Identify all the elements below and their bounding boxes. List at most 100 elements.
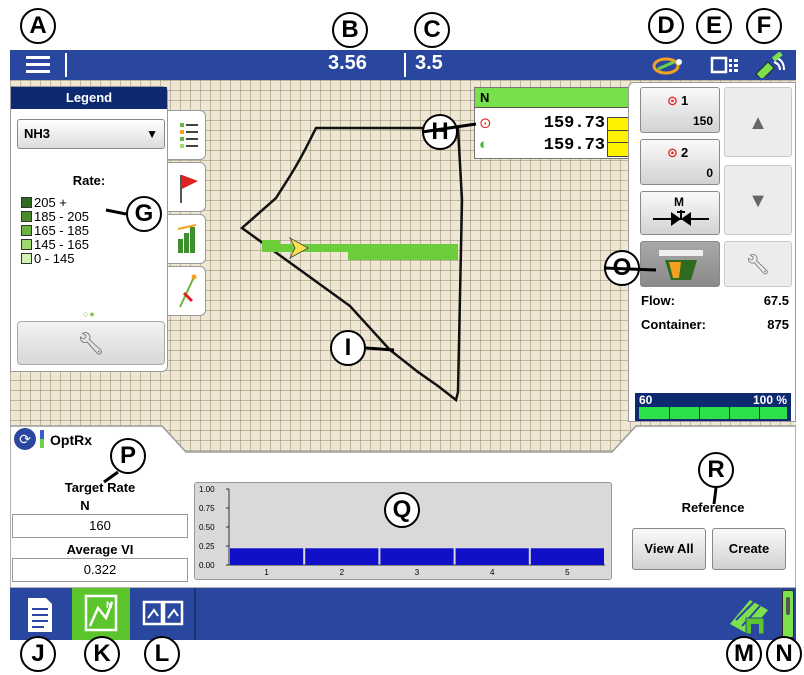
tab-guidance[interactable] (168, 266, 206, 316)
rate-down-button[interactable]: ▼ (724, 165, 792, 235)
x-tick-label: 5 (565, 568, 570, 577)
summary-icon (28, 598, 52, 632)
sync-icon[interactable]: ⟳ (14, 428, 36, 450)
rate-1-button[interactable]: ⊙ 1 150 (640, 87, 720, 133)
flow-value: 67.5 (763, 293, 789, 308)
master-switch-icon (786, 597, 790, 615)
x-tick-label: 1 (264, 568, 269, 577)
target-rate-value: 160 (12, 514, 188, 538)
legend-range-label: 0 - 145 (34, 251, 75, 266)
bar-chart-icon (177, 224, 197, 253)
field-operations-button[interactable] (724, 590, 774, 638)
callout-n: N (766, 636, 802, 672)
y-tick-label: 1.00 (199, 485, 215, 494)
chart-bar (305, 548, 379, 565)
target-icon: ⊙ (667, 145, 678, 160)
callout-q: Q (384, 492, 420, 528)
x-tick-label: 2 (340, 568, 345, 577)
rate-2-value: 0 (706, 166, 713, 180)
tab-legend[interactable] (168, 110, 206, 160)
coverage-strip-lower (348, 252, 458, 260)
flag-icon (180, 175, 198, 203)
view-all-button[interactable]: View All (632, 528, 706, 570)
container-label: Container: (641, 317, 706, 332)
rate-2-button[interactable]: ⊙ 2 0 (640, 139, 720, 185)
optrx-label: OptRx (50, 432, 92, 448)
callout-e: E (696, 8, 732, 44)
map-screen-icon: N (84, 594, 118, 632)
settings-button[interactable]: 🔧︎ (724, 241, 792, 287)
chevron-down-icon: ▼ (146, 127, 158, 141)
target-rate-product: N (80, 498, 90, 513)
tank-percent-label: 100 % (752, 393, 787, 407)
product-dropdown[interactable]: NH3 ▼ (17, 119, 165, 149)
target-rate-label: Target Rate (64, 480, 136, 495)
legend-swatch (21, 225, 32, 236)
chart-bar (455, 548, 529, 565)
master-switch-button[interactable] (782, 590, 794, 638)
callout-g: G (126, 196, 162, 232)
guidance-icon[interactable] (652, 53, 686, 77)
legend-range-row: 185 - 205 (21, 209, 89, 224)
legend-settings-button[interactable]: 🔧︎ (17, 321, 165, 365)
callout-a: A (20, 8, 56, 44)
gps-satellite-icon[interactable] (752, 51, 788, 81)
actual-rate-value: 159.73 (543, 136, 605, 155)
y-tick-label: 0.75 (199, 504, 215, 513)
legend-range-row: 165 - 185 (21, 223, 89, 238)
summary-button[interactable] (10, 588, 68, 640)
tab-chart[interactable] (168, 214, 206, 264)
tab-flags[interactable] (168, 162, 206, 212)
tank-level-label: 60 (639, 393, 653, 407)
field-operations-icon (730, 600, 768, 635)
rate-title: Rate: (72, 173, 106, 188)
callout-o: O (604, 250, 640, 286)
callout-f: F (746, 8, 782, 44)
chart-bar (380, 548, 454, 565)
wrench-icon: 🔧︎ (77, 331, 105, 356)
legend-range-row: 145 - 165 (21, 237, 89, 252)
wrench-icon: 🔧︎ (745, 254, 771, 276)
callout-d: D (648, 8, 684, 44)
x-tick-label: 4 (490, 568, 495, 577)
callout-h: H (422, 114, 458, 150)
target-icon: ⊙ (667, 93, 678, 108)
section-control-icon (659, 250, 703, 280)
hamburger-menu-icon[interactable] (24, 55, 54, 75)
legend-swatch (21, 239, 32, 250)
rate-up-button[interactable]: ▲ (724, 87, 792, 157)
legend-title: Legend (11, 87, 167, 109)
implement-icon[interactable] (710, 54, 740, 76)
callout-i: I (330, 330, 366, 366)
top-status-bar: 3.56 3.5 (10, 50, 796, 81)
status-indicator (40, 430, 44, 448)
callout-l: L (144, 636, 180, 672)
product-rate-box[interactable]: N ⊙ 159.73 ◐ 159.73 (474, 87, 634, 159)
nav-divider (194, 588, 196, 640)
status-value-c: 3.5 (415, 52, 443, 74)
map-screen-button[interactable]: N (72, 588, 130, 640)
create-button[interactable]: Create (712, 528, 786, 570)
container-value: 875 (767, 317, 789, 332)
target-rate-value: 159.73 (543, 114, 605, 133)
manual-valve-button[interactable]: M (640, 191, 720, 235)
callout-j: J (20, 636, 56, 672)
section-control-button[interactable] (640, 241, 720, 287)
legend-swatch (21, 197, 32, 208)
split-screen-button[interactable] (134, 588, 192, 640)
legend-range-row: 0 - 145 (21, 251, 74, 266)
callout-b: B (332, 12, 368, 48)
manual-label: M (674, 195, 684, 209)
average-vi-value: 0.322 (12, 558, 188, 582)
svg-text:N: N (106, 600, 113, 610)
rate-1-value: 150 (692, 114, 713, 128)
legend-swatch (21, 211, 32, 222)
callout-p: P (110, 438, 146, 474)
rate-2-label: 2 (681, 145, 689, 160)
legend-range-label: 185 - 205 (34, 209, 89, 224)
y-tick-label: 0.00 (199, 561, 215, 570)
legend-list-icon (180, 123, 198, 148)
valve-icon (653, 210, 709, 226)
status-value-b: 3.56 (328, 52, 367, 74)
flow-label: Flow: (641, 293, 675, 308)
